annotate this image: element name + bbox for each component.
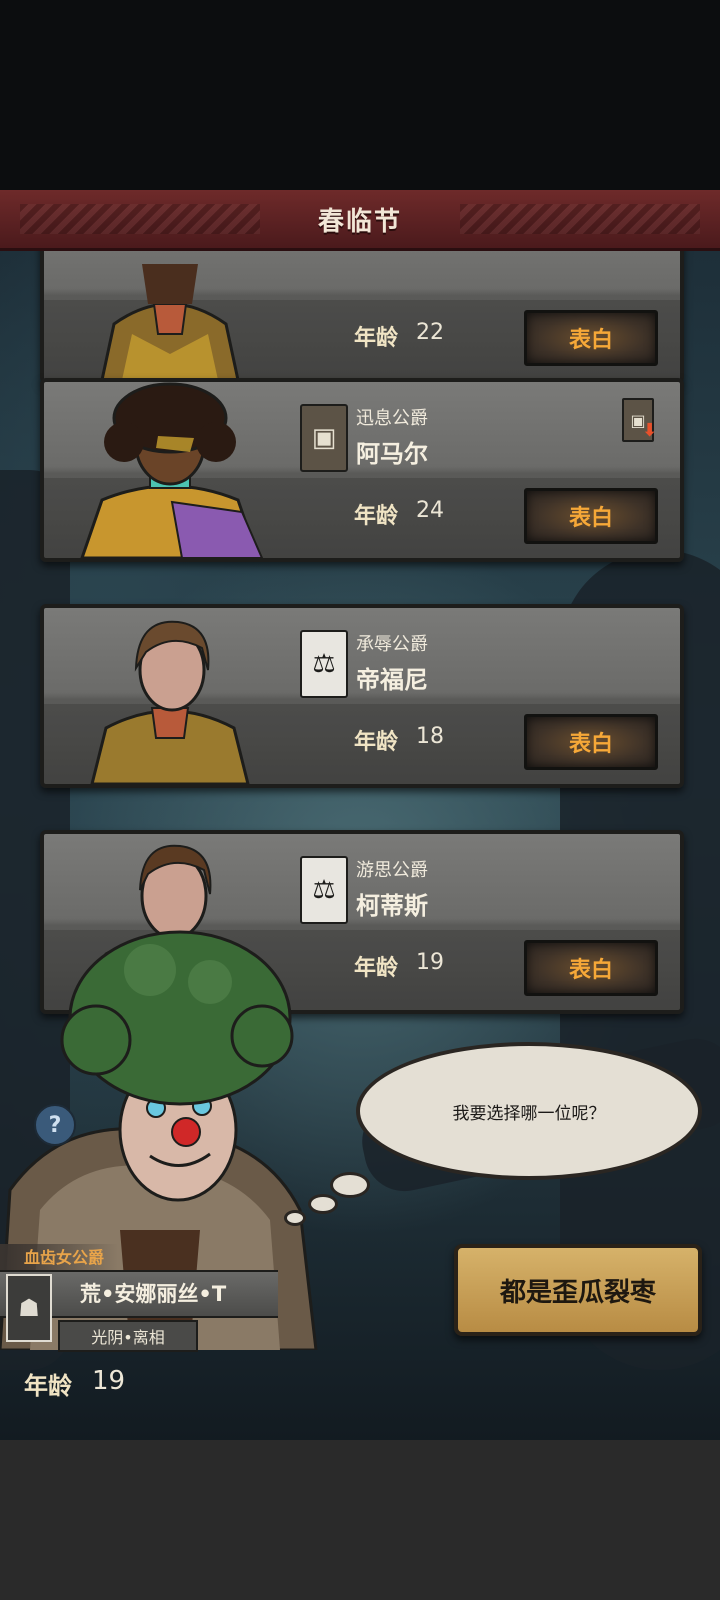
player-age-value: 19 bbox=[92, 1366, 126, 1396]
thought-text: 我要选择哪一位呢？ bbox=[452, 1103, 606, 1124]
bubble-dot bbox=[330, 1172, 370, 1198]
bottom-bar bbox=[0, 1440, 720, 1600]
age-value: 18 bbox=[416, 724, 444, 749]
player-name: 荒•安娜丽丝•T bbox=[80, 1282, 227, 1306]
candidate-card: ⚖ 承辱公爵 帝福尼 年龄 18 表白 bbox=[40, 604, 684, 788]
age-label: 年龄 bbox=[354, 504, 399, 529]
help-icon[interactable]: ? bbox=[34, 1104, 76, 1146]
age-label: 年龄 bbox=[354, 730, 399, 755]
player-age-label: 年龄 bbox=[24, 1372, 72, 1400]
page-title: 春临节 bbox=[317, 206, 402, 237]
event-header: 春临节 bbox=[0, 190, 720, 251]
reject-all-button[interactable]: 都是歪瓜裂枣 bbox=[454, 1244, 702, 1336]
candidate-title: 承辱公爵 bbox=[356, 634, 428, 655]
candidate-name: 帝福尼 bbox=[356, 666, 428, 694]
candidate-title: 游思公爵 bbox=[356, 860, 428, 881]
candidate-title: 迅息公爵 bbox=[356, 408, 428, 429]
bubble-dot bbox=[308, 1194, 338, 1214]
house-crest-scales-icon: ⚖ bbox=[300, 630, 348, 698]
age-value: 19 bbox=[416, 950, 444, 975]
confess-button[interactable]: 表白 bbox=[524, 310, 658, 366]
bubble-dot bbox=[284, 1210, 306, 1226]
confess-button[interactable]: 表白 bbox=[524, 714, 658, 770]
candidate-card: ▣ 迅息公爵 阿马尔 ▣ ⬇ 年龄 24 表白 bbox=[40, 378, 684, 562]
down-arrow-icon: ⬇ bbox=[642, 420, 658, 441]
candidate-portrait bbox=[90, 620, 250, 784]
age-label: 年龄 bbox=[354, 956, 399, 981]
house-crest-chest-icon: ▣ bbox=[300, 404, 348, 472]
house-crest-scales-icon: ⚖ bbox=[300, 856, 348, 924]
candidate-name: 柯蒂斯 bbox=[356, 892, 428, 920]
age-label: 年龄 bbox=[354, 326, 399, 351]
age-value: 22 bbox=[416, 320, 444, 345]
candidate-portrait bbox=[80, 382, 264, 558]
confess-button[interactable]: 表白 bbox=[524, 488, 658, 544]
candidate-name: 阿马尔 bbox=[356, 440, 428, 468]
player-crest-hood-icon: ☗ bbox=[6, 1274, 52, 1342]
thought-bubble: 我要选择哪一位呢？ bbox=[356, 1042, 702, 1180]
player-subtitle: 光阴•离相 bbox=[58, 1320, 198, 1352]
confess-button[interactable]: 表白 bbox=[524, 940, 658, 996]
player-title: 血齿女公爵 bbox=[0, 1244, 118, 1272]
age-value: 24 bbox=[416, 498, 444, 523]
